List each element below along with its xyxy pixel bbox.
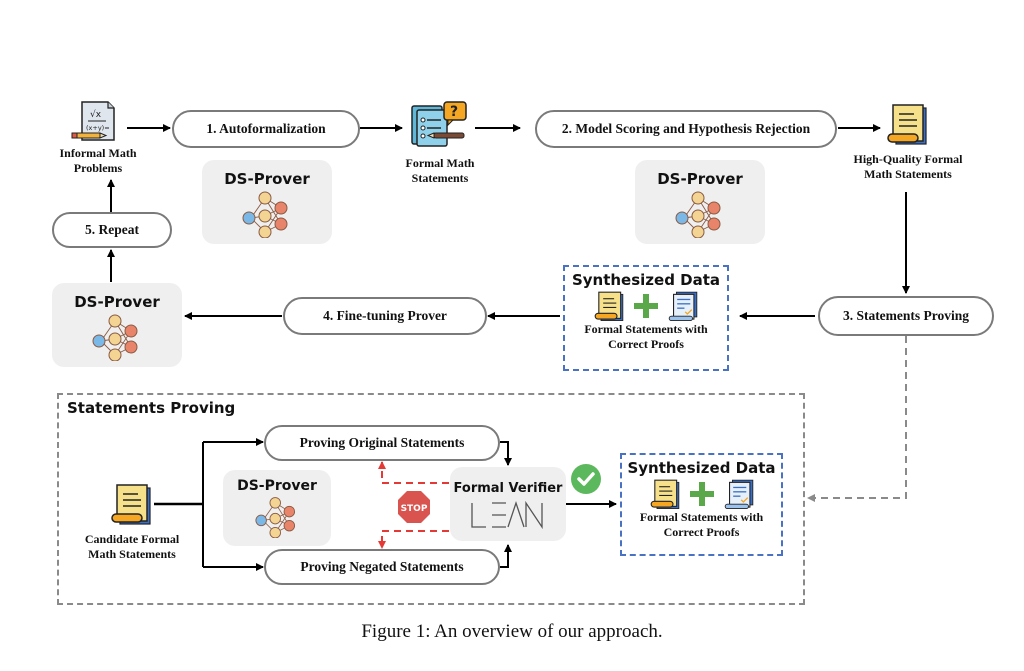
ds-prover-title: DS-Prover (74, 293, 160, 311)
statements-proving-detail-title: Statements Proving (67, 399, 236, 417)
step-fine-tuning[interactable]: 4. Fine-tuning Prover (283, 297, 487, 335)
candidate-statements-text: Candidate Formal Math Statements (84, 532, 180, 561)
ds-prover-title: DS-Prover (237, 478, 317, 494)
verified-check-icon (571, 464, 601, 494)
synthesized-caption-line1: Formal Statements with (584, 322, 708, 336)
step-statements-proving-label: 3. Statements Proving (842, 308, 970, 323)
high-quality-statements-icon (884, 102, 930, 146)
svg-text:(x+y)=: (x+y)= (86, 124, 110, 132)
proving-original-statements[interactable]: Proving Original Statements (264, 425, 500, 461)
step-fine-tuning-label: 4. Fine-tuning Prover (323, 308, 447, 323)
neural-network-icon (255, 497, 296, 538)
stop-sign-icon: STOP (397, 490, 431, 524)
informal-problems-label: Informal Math Problems (48, 146, 148, 176)
synthesized-data-box-detail: Synthesized Data Formal Statements with … (620, 453, 783, 556)
step-scoring-rejection[interactable]: 2. Model Scoring and Hypothesis Rejectio… (535, 110, 837, 148)
formal-verifier-title: Formal Verifier (453, 481, 563, 496)
dashed-link-proving-to-detail (807, 336, 907, 502)
informal-problems-icon: √x (x+y)= (70, 100, 120, 144)
svg-text:?: ? (450, 104, 458, 120)
ds-prover-title: DS-Prover (657, 170, 743, 188)
step-autoformalization[interactable]: 1. Autoformalization (172, 110, 360, 148)
plus-icon (634, 294, 658, 318)
synthesized-caption-line2: Correct Proofs (663, 525, 740, 539)
synthesized-data-box: Synthesized Data Formal Statements with … (563, 265, 729, 371)
candidate-statements-icon (108, 482, 154, 526)
formal-verifier-panel: Formal Verifier (450, 467, 566, 541)
formal-statements-label: Formal Math Statements (390, 156, 490, 186)
high-quality-statements-text: High-Quality Formal Math Statements (853, 152, 963, 181)
formal-statements-icon: ? (408, 100, 472, 148)
step-autoformalization-label: 1. Autoformalization (206, 121, 326, 136)
proof-doc-icon (668, 291, 698, 321)
step-repeat[interactable]: 5. Repeat (52, 212, 172, 248)
stop-sign-text: STOP (401, 504, 428, 514)
synthesized-caption-line2: Correct Proofs (608, 337, 684, 351)
figure-caption: Figure 1: An overview of our approach. (361, 621, 663, 642)
proving-negated-statements[interactable]: Proving Negated Statements (264, 549, 500, 585)
formal-statement-doc-icon (594, 291, 624, 321)
candidate-statements-label: Candidate Formal Math Statements (72, 532, 192, 562)
synthesized-data-caption: Formal Statements with Correct Proofs (640, 510, 763, 540)
ds-prover-panel-2: DS-Prover (635, 160, 765, 244)
formal-statements-text: Formal Math Statements (405, 156, 475, 185)
neural-network-icon (242, 191, 288, 238)
svg-text:√x: √x (90, 109, 102, 120)
neural-network-icon (675, 191, 721, 238)
proof-doc-icon (724, 479, 753, 509)
proving-original-label: Proving Original Statements (299, 435, 465, 450)
ds-prover-panel-4: DS-Prover (223, 470, 331, 546)
ds-prover-panel-3: DS-Prover (52, 283, 182, 367)
synthesized-data-title: Synthesized Data (571, 271, 721, 289)
synthesized-caption-line1: Formal Statements with (639, 510, 764, 524)
ds-prover-title: DS-Prover (224, 170, 310, 188)
lean-logo-icon (471, 500, 543, 530)
neural-network-icon (92, 314, 138, 361)
step-repeat-label: 5. Repeat (85, 222, 139, 237)
proving-negated-label: Proving Negated Statements (300, 559, 464, 574)
formal-statement-doc-icon (650, 479, 679, 509)
ds-prover-panel-1: DS-Prover (202, 160, 332, 244)
step-scoring-rejection-label: 2. Model Scoring and Hypothesis Rejectio… (561, 121, 811, 136)
step-statements-proving[interactable]: 3. Statements Proving (818, 296, 994, 336)
plus-icon (689, 482, 714, 506)
synthesized-data-title: Synthesized Data (627, 459, 776, 477)
informal-problems-text: Informal Math Problems (59, 146, 137, 175)
synthesized-data-caption: Formal Statements with Correct Proofs (584, 322, 707, 352)
high-quality-statements-label: High-Quality Formal Math Statements (848, 152, 968, 182)
